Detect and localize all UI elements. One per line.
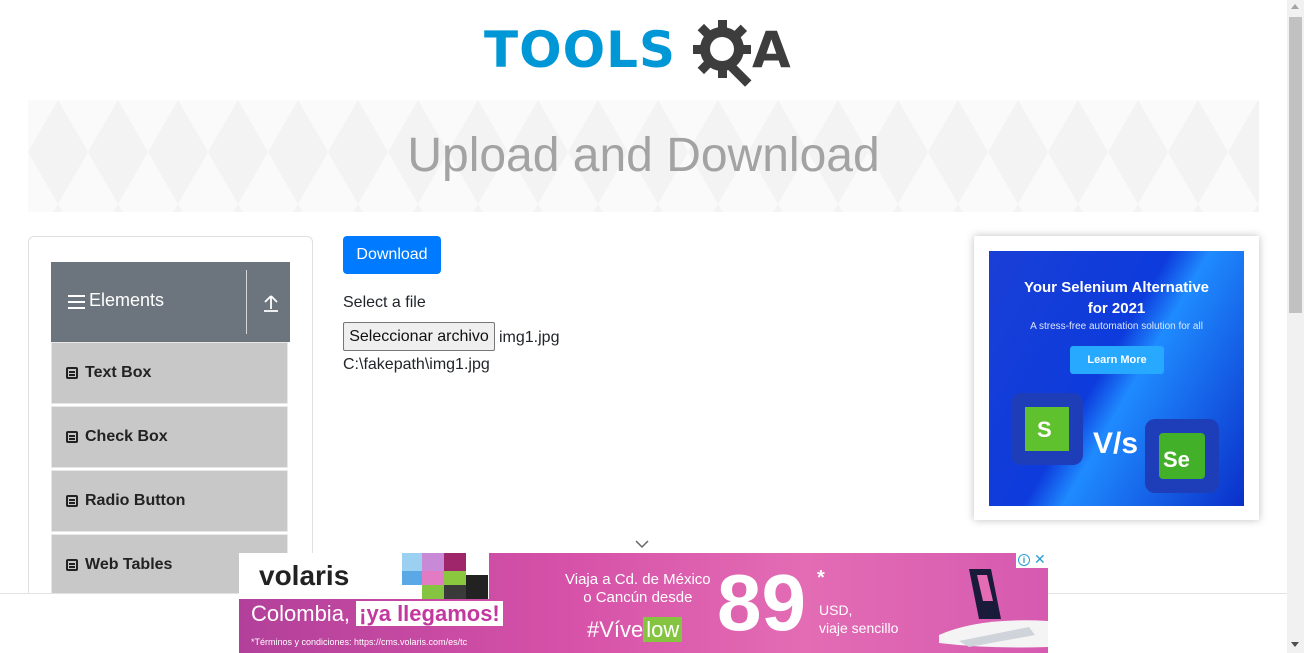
sidebar-group-title: Elements (89, 290, 165, 310)
versus-text: V/s (1093, 427, 1139, 460)
ad-hashtag-highlight: low (643, 617, 683, 642)
uploaded-file-path: C:\fakepath\img1.jpg (343, 356, 490, 373)
sidebar-group-elements[interactable]: Elements (51, 262, 290, 342)
selected-file-name: img1.jpg (499, 329, 560, 346)
sidebar-item-label: Check Box (85, 428, 168, 445)
sidebar-item-check-box[interactable]: Check Box (51, 406, 288, 468)
ad-controls: i ✕ (1016, 551, 1048, 568)
divider (246, 270, 247, 334)
chevron-down-icon[interactable] (634, 538, 650, 550)
ad-logo-left-text: S (1037, 417, 1052, 442)
ad-headline-highlight: ¡ya llegamos! (356, 601, 503, 626)
ad-headline: Colombia, ¡ya llegamos! (251, 601, 503, 627)
volaris-logo-area: volaris (239, 553, 489, 599)
sidebar-item-label: Web Tables (85, 556, 173, 573)
learn-more-button[interactable]: Learn More (1070, 346, 1164, 374)
sidebar-item-text-box[interactable]: Text Box (51, 342, 288, 404)
document-icon (66, 495, 78, 507)
airplane-icon (939, 569, 1048, 648)
testsigma-logo-icon: S (1011, 393, 1083, 465)
choose-file-button[interactable]: Seleccionar archivo (343, 322, 495, 351)
selenium-ad[interactable]: Your Selenium Alternative for 2021 A str… (974, 236, 1259, 520)
ad-offer: Viaja a Cd. de México o Cancún desde (565, 571, 711, 607)
ad-terms: *Términos y condiciones: https://cms.vol… (251, 637, 468, 647)
volaris-logo: volaris (259, 560, 350, 591)
ad-subtitle: A stress-free automation solution for al… (1030, 321, 1203, 332)
page-banner: Upload and Download (28, 100, 1259, 212)
sidebar-item-radio-button[interactable]: Radio Button (51, 470, 288, 532)
scroll-down-arrow-icon[interactable] (1291, 642, 1299, 647)
ad-price-mark: * (817, 567, 825, 589)
logo-text-a: A (752, 21, 791, 79)
sidebar-item-label: Radio Button (85, 492, 186, 509)
selenium-logo-icon: Se (1145, 419, 1219, 493)
ad-price: 89 (717, 558, 806, 647)
scroll-up-arrow-icon[interactable] (1291, 4, 1299, 9)
ad-title-line2: for 2021 (1087, 300, 1146, 317)
volaris-ad[interactable]: volaris Colombia, ¡ya llegamos! *Término… (239, 553, 1048, 653)
ad-title: Your Selenium Alternative for 2021 (989, 277, 1244, 319)
site-logo[interactable]: TOOLS A (484, 16, 808, 90)
page-title: Upload and Download (407, 129, 880, 182)
ad-hashtag-prefix: #Víve (587, 617, 644, 642)
scrollbar-thumb[interactable] (1289, 17, 1302, 313)
ad-offer-line2: o Cancún desde (583, 589, 693, 606)
info-icon[interactable]: i (1018, 554, 1030, 566)
document-icon (66, 559, 78, 571)
vertical-scrollbar[interactable] (1287, 0, 1304, 653)
logo-text-tools: TOOLS (484, 21, 676, 79)
download-button[interactable]: Download (343, 236, 441, 274)
ad-offer-line1: Viaja a Cd. de México (565, 571, 711, 588)
hamburger-icon (68, 295, 85, 309)
ad-creative[interactable]: Your Selenium Alternative for 2021 A str… (989, 251, 1244, 506)
ad-trip-type: viaje sencillo (819, 620, 899, 636)
select-file-label: Select a file (343, 294, 426, 311)
ad-headline-prefix: Colombia, (251, 601, 357, 626)
close-icon[interactable]: ✕ (1034, 551, 1046, 568)
ad-currency-code: USD, (819, 602, 853, 618)
ad-logo-right-text: Se (1163, 447, 1190, 472)
document-icon (66, 431, 78, 443)
sidebar-item-label: Text Box (85, 364, 152, 381)
document-icon (66, 367, 78, 379)
pixel-pattern-icon (402, 553, 488, 599)
ad-currency: USD, viaje sencillo (819, 601, 898, 637)
ad-hashtag: #Víve low (587, 617, 683, 643)
collapse-arrow-icon[interactable] (261, 292, 281, 314)
ad-title-line1: Your Selenium Alternative (1023, 279, 1210, 296)
